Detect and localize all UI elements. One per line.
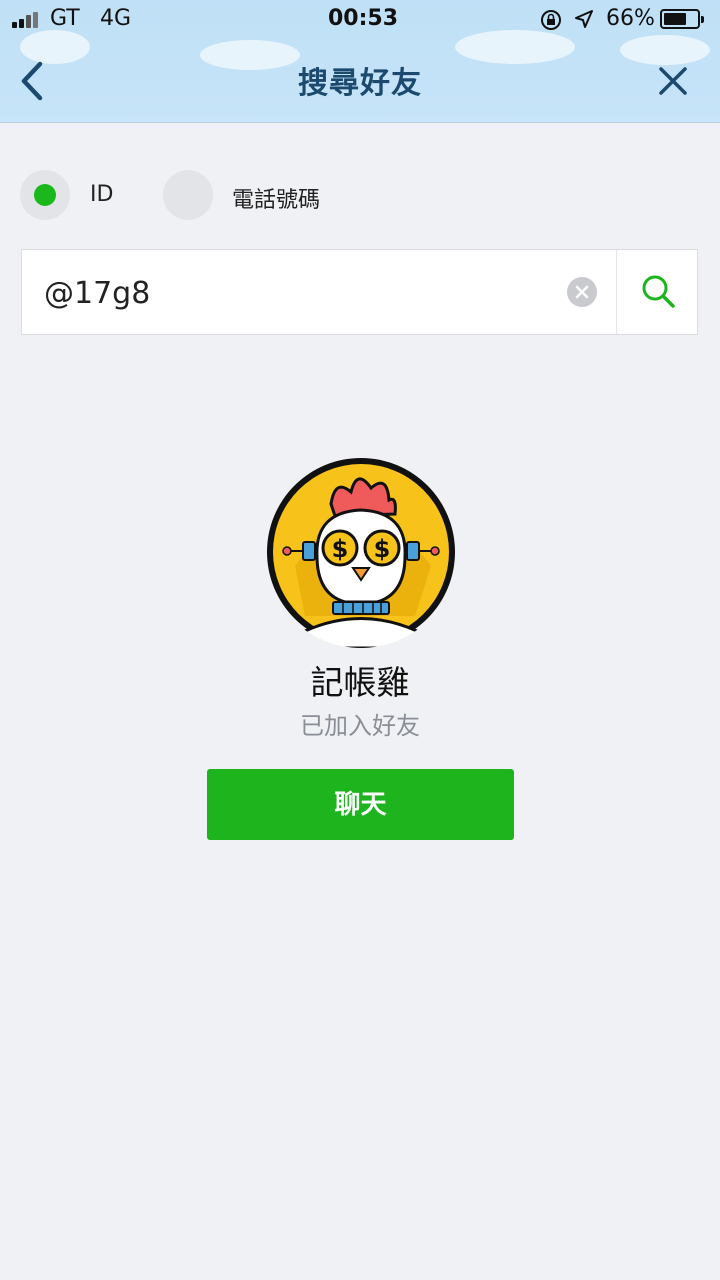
clear-icon xyxy=(575,285,589,299)
search-bar xyxy=(21,249,698,335)
radio-phone[interactable] xyxy=(163,170,213,220)
profile-name: 記帳雞 xyxy=(310,663,410,702)
search-icon xyxy=(642,275,675,308)
chat-button[interactable]: 聊天 xyxy=(207,769,514,840)
close-button[interactable] xyxy=(650,58,696,104)
battery-icon xyxy=(660,9,704,29)
close-icon xyxy=(659,67,687,95)
chicken-avatar[interactable]: $ $ xyxy=(265,456,457,648)
svg-text:$: $ xyxy=(374,535,391,563)
header-bar: GT 4G 00:53 66% 搜尋好友 xyxy=(0,0,720,123)
battery-percent: 66% xyxy=(606,6,655,31)
location-arrow-icon xyxy=(575,10,593,28)
orientation-lock-icon xyxy=(541,10,561,30)
radio-id-label[interactable]: ID xyxy=(90,182,113,207)
network-label: 4G xyxy=(100,6,132,31)
search-input[interactable] xyxy=(42,268,566,318)
svg-text:$: $ xyxy=(332,535,349,563)
radio-phone-label[interactable]: 電話號碼 xyxy=(232,182,320,214)
radio-id[interactable] xyxy=(20,170,70,220)
page-title: 搜尋好友 xyxy=(298,66,422,101)
friend-status: 已加入好友 xyxy=(300,712,420,740)
clear-button[interactable] xyxy=(567,277,597,307)
search-button[interactable] xyxy=(617,250,697,334)
avatar-image: $ $ xyxy=(267,458,455,648)
radio-selected-dot xyxy=(34,184,56,206)
clock: 00:53 xyxy=(328,6,399,31)
carrier-label: GT xyxy=(50,6,80,31)
status-bar: GT 4G 00:53 66% xyxy=(0,0,720,40)
